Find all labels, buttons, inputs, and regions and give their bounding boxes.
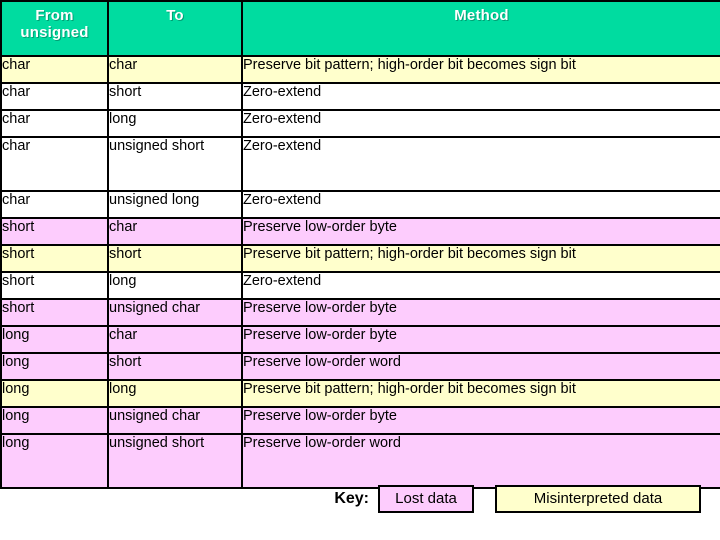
cell-from-type: long xyxy=(0,406,109,435)
table-row: long long Preserve bit pattern; high-order… xyxy=(0,379,720,408)
cell-from-type: short xyxy=(0,271,109,300)
column-header-method: Method xyxy=(241,0,720,57)
cell-to-type: unsigned short xyxy=(107,136,243,192)
key-legend: Key: Lost data Misinterpreted data xyxy=(0,482,720,516)
cell-method: Preserve bit pattern; high-order bit bec… xyxy=(241,55,720,84)
cell-to-type: short xyxy=(107,82,243,111)
cell-from-type: long xyxy=(0,325,109,354)
cell-to-type: char xyxy=(107,217,243,246)
table-row: char long Zero-extend xyxy=(0,109,720,138)
cell-from-type: char xyxy=(0,109,109,138)
column-header-from-unsigned: From unsigned xyxy=(0,0,109,57)
cell-from-type: char xyxy=(0,82,109,111)
key-chip-misinterpreted-data: Misinterpreted data xyxy=(495,485,701,513)
table-row: long short Preserve low-order word xyxy=(0,352,720,381)
cell-to-type: long xyxy=(107,379,243,408)
table-row: short unsigned char Preserve low-order byt… xyxy=(0,298,720,327)
cell-from-type: char xyxy=(0,136,109,192)
cell-method: Preserve low-order byte xyxy=(241,325,720,354)
cell-method: Preserve low-order word xyxy=(241,433,720,489)
cell-method: Zero-extend xyxy=(241,109,720,138)
cell-method: Preserve bit pattern; high-order bit bec… xyxy=(241,379,720,408)
cell-from-type: char xyxy=(0,190,109,219)
cell-method: Preserve low-order byte xyxy=(241,217,720,246)
table-body: char char Preserve bit pattern; high-order… xyxy=(0,55,720,489)
column-header-from-line1: From xyxy=(35,7,74,24)
table-row: long char Preserve low-order byte xyxy=(0,325,720,354)
cell-from-type: short xyxy=(0,298,109,327)
key-chip-lost-data: Lost data xyxy=(378,485,474,513)
cell-method: Preserve low-order word xyxy=(241,352,720,381)
cell-from-type: char xyxy=(0,55,109,84)
cell-method: Zero-extend xyxy=(241,136,720,192)
cell-method: Preserve low-order byte xyxy=(241,406,720,435)
table-row: short long Zero-extend xyxy=(0,271,720,300)
cell-to-type: unsigned short xyxy=(107,433,243,489)
cell-to-type: unsigned char xyxy=(107,298,243,327)
cell-to-type: char xyxy=(107,325,243,354)
table-header: From unsigned To Method xyxy=(0,0,720,57)
cell-from-type: short xyxy=(0,244,109,273)
cell-method: Preserve bit pattern; high-order bit bec… xyxy=(241,244,720,273)
table-row: char unsigned short Zero-extend xyxy=(0,136,720,192)
cell-to-type: unsigned long xyxy=(107,190,243,219)
type-conversion-table: From unsigned To Method char char Preserve… xyxy=(0,0,720,489)
table-row: long unsigned short Preserve low-order wor… xyxy=(0,433,720,489)
cell-to-type: long xyxy=(107,109,243,138)
cell-to-type: short xyxy=(107,352,243,381)
table-row: char short Zero-extend xyxy=(0,82,720,111)
column-header-from-line2: unsigned xyxy=(20,24,89,41)
cell-method: Preserve low-order byte xyxy=(241,298,720,327)
cell-method: Zero-extend xyxy=(241,190,720,219)
column-header-to: To xyxy=(107,0,243,57)
table-row: short short Preserve bit pattern; high-ord… xyxy=(0,244,720,273)
cell-method: Zero-extend xyxy=(241,82,720,111)
conversion-table-slide: From unsigned To Method char char Preserve… xyxy=(0,0,720,540)
cell-from-type: long xyxy=(0,433,109,489)
cell-from-type: short xyxy=(0,217,109,246)
key-legend-label: Key: xyxy=(334,490,369,507)
cell-to-type: char xyxy=(107,55,243,84)
table-row: char unsigned long Zero-extend xyxy=(0,190,720,219)
table-row: short char Preserve low-order byte xyxy=(0,217,720,246)
cell-from-type: long xyxy=(0,352,109,381)
table-header-row: From unsigned To Method xyxy=(0,0,720,57)
cell-to-type: unsigned char xyxy=(107,406,243,435)
cell-to-type: long xyxy=(107,271,243,300)
cell-to-type: short xyxy=(107,244,243,273)
cell-method: Zero-extend xyxy=(241,271,720,300)
table-row: long unsigned char Preserve low-order byte xyxy=(0,406,720,435)
cell-from-type: long xyxy=(0,379,109,408)
table-row: char char Preserve bit pattern; high-order… xyxy=(0,55,720,84)
